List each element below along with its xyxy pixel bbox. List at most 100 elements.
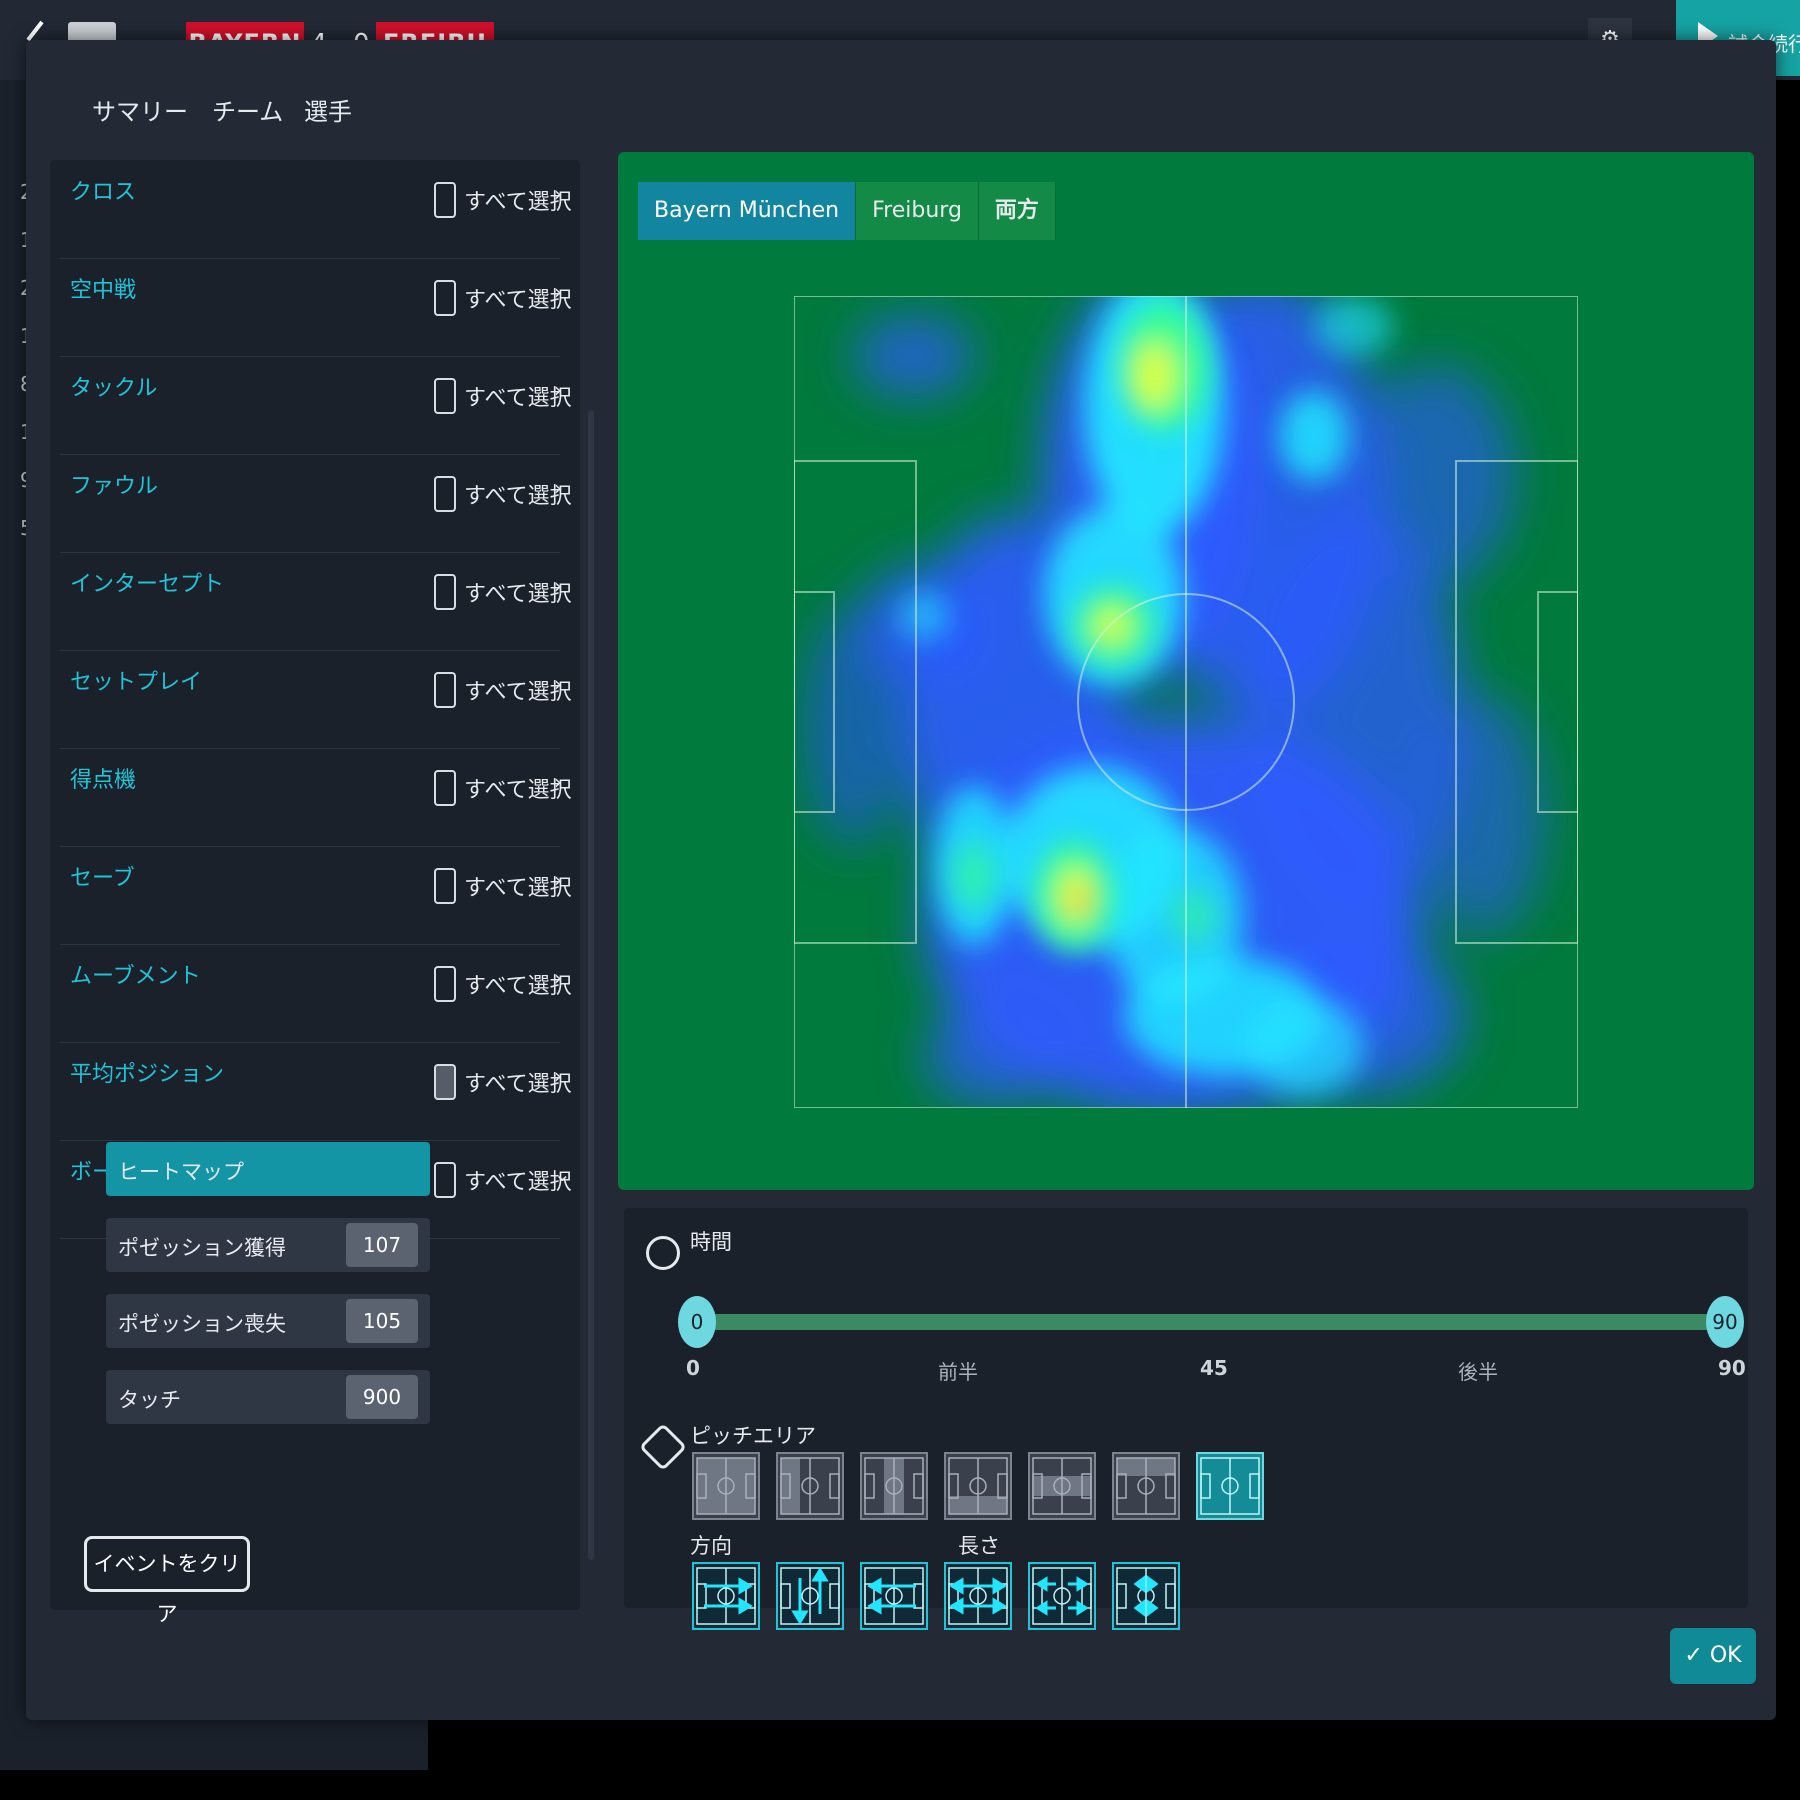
select-all-checkbox[interactable] [434,476,456,512]
select-all-checkbox[interactable] [434,672,456,708]
ball-possession-item-count: 107 [346,1223,418,1267]
chevron-down-icon[interactable]: ⌄ [554,1162,571,1186]
event-category-label: 平均ポジション [70,1062,225,1087]
event-category-label: ファウル [70,474,159,499]
team-filter-both[interactable]: 両方 [978,182,1056,240]
select-all-checkbox[interactable] [434,378,456,414]
chevron-right-icon[interactable]: › [554,476,562,500]
event-category-label: セーブ [70,866,135,891]
ball-possession-item[interactable]: ヒートマップ [106,1142,430,1196]
chevron-right-icon[interactable]: › [554,574,562,598]
pitch-area-option[interactable] [1196,1452,1264,1520]
chevron-right-icon[interactable]: › [554,182,562,206]
pitch-area-option[interactable] [1028,1452,1096,1520]
pitch-heatmap [794,296,1578,1108]
pitch-thumbnail-icon [864,1567,924,1625]
time-range-track[interactable] [696,1314,1726,1330]
chevron-right-icon[interactable]: › [554,1064,562,1088]
event-category-row[interactable]: セットプレイ すべて選択 › [60,650,572,749]
team-filter-freiburg[interactable]: Freiburg [856,182,979,240]
ball-possession-item-count: 105 [346,1299,418,1343]
pitch-thumbnail-icon [948,1457,1008,1515]
category-list-scrollbar[interactable] [588,410,594,1560]
event-category-row[interactable]: ファウル すべて選択 › [60,454,572,553]
ball-possession-item-count: 900 [346,1375,418,1419]
select-all-checkbox[interactable] [434,770,456,806]
chevron-right-icon[interactable]: › [554,378,562,402]
ball-possession-item[interactable]: ポゼッション喪失 105 [106,1294,430,1348]
select-all-checkbox[interactable] [434,966,456,1002]
direction-length-option[interactable] [860,1562,928,1630]
event-category-label: タックル [70,376,158,401]
analysis-modal: サマリー チーム 選手 クロス すべて選択 › 空中戦 すべて選択 › タックル すべて選択 ›… [26,40,1776,1720]
event-category-row[interactable]: 空中戦 すべて選択 › [60,258,572,357]
time-filter-title: 時間 [690,1230,732,1254]
direction-length-option[interactable] [944,1562,1012,1630]
select-all-checkbox[interactable] [434,280,456,316]
event-category-row[interactable]: セーブ すべて選択 › [60,846,572,945]
time-range-end-handle[interactable]: 90 [1706,1296,1744,1348]
select-all-checkbox[interactable] [434,1162,456,1198]
direction-length-option[interactable] [776,1562,844,1630]
ball-possession-item-label: ヒートマップ [118,1160,244,1184]
time-tick-second-half: 後半 [1458,1360,1498,1384]
pitch-thumbnail-icon [696,1457,756,1515]
pitch-thumbnail-icon [948,1567,1008,1625]
pitch-area-title: ピッチエリア [690,1424,816,1448]
pitch-thumbnail-icon [780,1567,840,1625]
event-category-row[interactable]: 得点機 すべて選択 › [60,748,572,847]
heatmap-panel: Bayern München Freiburg 両方 [618,152,1754,1190]
pitch-area-option[interactable] [776,1452,844,1520]
time-range-start-handle[interactable]: 0 [678,1296,716,1348]
direction-length-option[interactable] [1028,1562,1096,1630]
pitch-thumbnail-icon [864,1457,924,1515]
ball-possession-item[interactable]: タッチ 900 [106,1370,430,1424]
event-category-row[interactable]: ムーブメント すべて選択 › [60,944,572,1043]
team-filter-bayern[interactable]: Bayern München [638,182,857,240]
pitch-area-option[interactable] [692,1452,760,1520]
stopwatch-icon [646,1236,680,1270]
event-category-row[interactable]: クロス すべて選択 › [60,160,572,259]
select-all-checkbox[interactable] [434,574,456,610]
event-category-label: セットプレイ [70,670,203,695]
select-all-checkbox[interactable] [434,868,456,904]
select-all-checkbox[interactable] [434,182,456,218]
pitch-thumbnail-icon [1116,1567,1176,1625]
ok-button[interactable]: ✓ OK [1670,1628,1756,1684]
ball-possession-item[interactable]: ポゼッション獲得 107 [106,1218,430,1272]
chevron-right-icon[interactable]: › [554,672,562,696]
event-category-row[interactable]: タックル すべて選択 › [60,356,572,455]
time-tick-90: 90 [1718,1356,1746,1380]
chevron-right-icon[interactable]: › [554,770,562,794]
direction-length-option[interactable] [692,1562,760,1630]
clear-events-button[interactable]: イベントをクリア [84,1536,250,1626]
time-tick-0: 0 [686,1356,700,1380]
filter-controls: 時間 0 90 0 前半 45 後半 90 ピッチエリア 方向 長さ [624,1208,1748,1630]
team-filter: Bayern München Freiburg 両方 [638,182,1056,240]
chevron-right-icon[interactable]: › [554,868,562,892]
pitch-thumbnail-icon [1116,1457,1176,1515]
pitch-thumbnail-icon [1032,1567,1092,1625]
select-all-checkbox[interactable] [434,1064,456,1100]
pitch-area-option[interactable] [1112,1452,1180,1520]
pitch-area-option[interactable] [944,1452,1012,1520]
ball-possession-item-label: タッチ [118,1388,181,1412]
direction-title: 方向 [690,1534,732,1558]
chevron-right-icon[interactable]: › [554,280,562,304]
event-category-label: インターセプト [70,572,225,597]
event-category-list: クロス すべて選択 › 空中戦 すべて選択 › タックル すべて選択 › ファウル すべて選択 › イン… [50,160,580,1626]
event-category-row[interactable]: インターセプト すべて選択 › [60,552,572,651]
pitch-thumbnail-icon [1032,1457,1092,1515]
pitch-thumbnail-icon [696,1567,756,1625]
event-category-label: ムーブメント [70,964,201,989]
length-title: 長さ [958,1534,1000,1558]
direction-length-option[interactable] [1112,1562,1180,1630]
pitch-thumbnail-icon [1200,1457,1260,1515]
event-category-label: クロス [70,180,137,205]
chevron-right-icon[interactable]: › [554,966,562,990]
time-tick-45: 45 [1200,1356,1228,1380]
time-tick-first-half: 前半 [938,1360,978,1384]
pitch-area-option[interactable] [860,1452,928,1520]
event-category-row[interactable]: 平均ポジション すべて選択 › [60,1042,572,1141]
pen-icon[interactable] [24,20,46,42]
